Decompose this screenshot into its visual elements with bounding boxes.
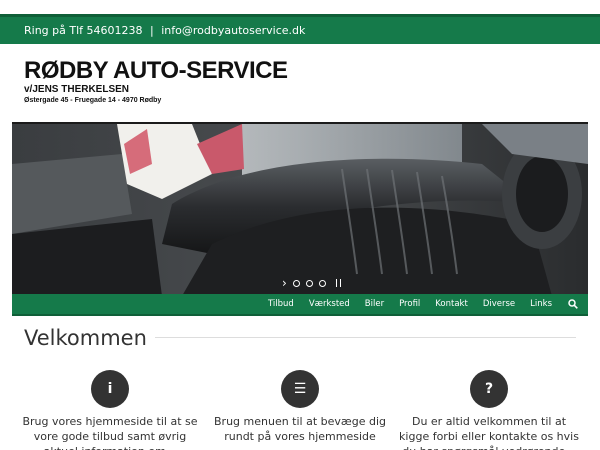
topbar-separator: | <box>150 24 154 37</box>
feature-text: Brug menuen til at bevæge dig rundt på v… <box>214 415 386 443</box>
feature-info: i Brug vores hjemmeside til at se vore g… <box>20 370 200 450</box>
nav-item-kontakt[interactable]: Kontakt <box>435 299 468 309</box>
nav-item-vaerksted[interactable]: Værksted <box>309 299 350 309</box>
info-icon: i <box>91 370 129 408</box>
page: Ring på Tlf 54601238 | info@rodbyautoser… <box>0 0 600 450</box>
feature-text: Du er altid velkommen til at kigge forbi… <box>399 415 579 450</box>
menu-icon: ☰ <box>281 370 319 408</box>
hero-slider[interactable]: › <box>12 122 588 294</box>
logo-address: Østergade 45 - Fruegade 14 - 4970 Rødby <box>24 97 162 104</box>
email-link[interactable]: info@rodbyautoservice.dk <box>161 24 305 37</box>
logo-subtitle: v/JENS THERKELSEN <box>24 84 130 95</box>
slider-dot[interactable] <box>318 279 326 287</box>
slider-next-arrow[interactable]: › <box>282 277 287 289</box>
phone-link[interactable]: Ring på Tlf 54601238 <box>24 24 143 37</box>
nav-item-profil[interactable]: Profil <box>399 299 420 309</box>
page-title: Velkommen <box>24 326 155 350</box>
search-icon[interactable] <box>568 299 578 309</box>
slider-dot[interactable] <box>305 279 313 287</box>
nav-item-biler[interactable]: Biler <box>365 299 384 309</box>
welcome-section: Velkommen <box>24 326 576 350</box>
site-logo[interactable]: RØDBY AUTO-SERVICE v/JENS THERKELSEN Øst… <box>24 58 288 106</box>
slider-pause-icon[interactable] <box>335 279 341 287</box>
feature-question: ? Du er altid velkommen til at kigge for… <box>399 370 579 450</box>
question-icon: ? <box>470 370 508 408</box>
feature-text: Brug vores hjemmeside til at se vore god… <box>22 415 198 450</box>
nav-item-links[interactable]: Links <box>530 299 552 309</box>
main-nav: Tilbud Værksted Biler Profil Kontakt Div… <box>12 294 588 316</box>
feature-menu: ☰ Brug menuen til at bevæge dig rundt på… <box>210 370 390 444</box>
top-contact-bar: Ring på Tlf 54601238 | info@rodbyautoser… <box>0 14 600 44</box>
nav-item-diverse[interactable]: Diverse <box>483 299 515 309</box>
logo-title: RØDBY AUTO-SERVICE <box>24 57 288 84</box>
feature-row: i Brug vores hjemmeside til at se vore g… <box>0 370 600 450</box>
nav-item-tilbud[interactable]: Tilbud <box>268 299 294 309</box>
slider-controls: › <box>282 277 341 289</box>
hero-image <box>12 124 588 294</box>
slider-dot[interactable] <box>292 279 300 287</box>
